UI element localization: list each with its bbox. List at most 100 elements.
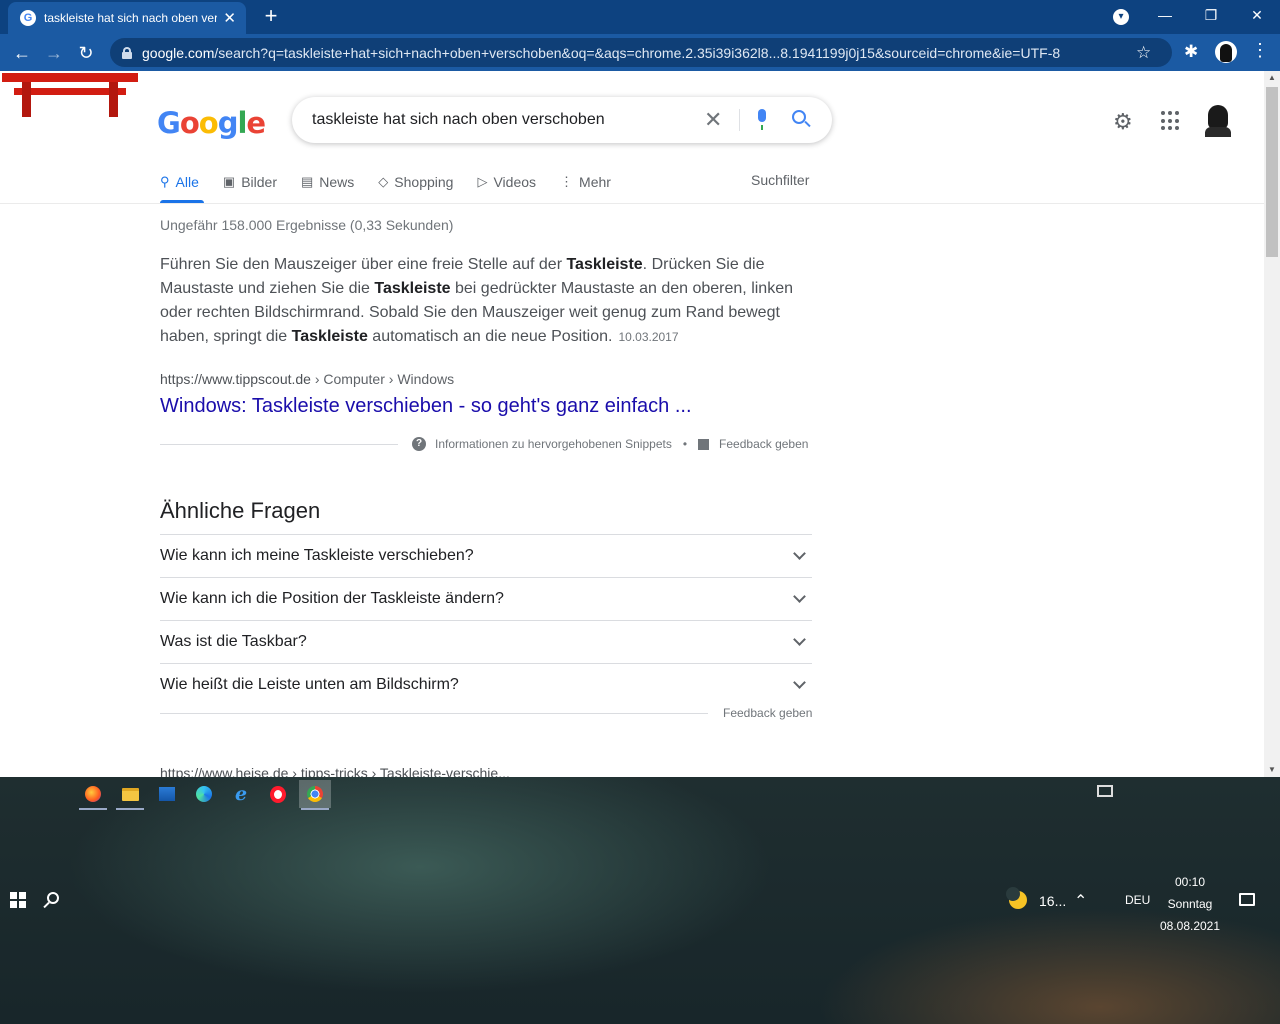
minimize-button[interactable]: — <box>1150 4 1180 28</box>
new-tab-button[interactable]: + <box>258 4 284 30</box>
chevron-down-icon <box>793 676 806 689</box>
photos-icon <box>159 787 175 801</box>
taskbar-file-explorer[interactable] <box>114 780 146 810</box>
news-icon: ▤ <box>300 174 314 189</box>
clear-search-icon[interactable]: ✕ <box>704 107 722 133</box>
search-box: ✕ <box>292 97 832 143</box>
people-also-ask-title: Ähnliche Fragen <box>160 498 321 523</box>
windows-start-icon[interactable] <box>10 892 26 908</box>
profile-avatar[interactable] <box>1215 41 1237 63</box>
taskbar-photos[interactable] <box>151 780 183 808</box>
clock-day: Sonntag <box>1167 897 1213 911</box>
notification-center-icon[interactable] <box>1239 893 1255 906</box>
more-vert-icon: ⋮ <box>560 174 574 189</box>
tab-strip: G taskleiste hat sich nach oben verschob… <box>0 0 1280 34</box>
featured-snippet-text: Führen Sie den Mauszeiger über eine frei… <box>160 256 793 345</box>
scroll-up-arrow-icon[interactable]: ▲ <box>1264 71 1280 85</box>
tab-videos[interactable]: ▷ Videos <box>477 174 536 190</box>
dot-separator: • <box>682 437 688 451</box>
snippet-info-link[interactable]: Informationen zu hervorgehobenen Snippet… <box>435 437 672 451</box>
url-text[interactable]: google.com/search?q=taskleiste+hat+sich+… <box>142 45 1132 61</box>
tab-close-icon[interactable]: ✕ <box>223 9 236 27</box>
paa-question[interactable]: Wie kann ich meine Taskleiste verschiebe… <box>160 534 812 577</box>
chevron-down-icon <box>793 547 806 560</box>
taskbar-opera[interactable] <box>262 780 294 808</box>
search-input[interactable] <box>312 111 702 129</box>
opera-icon <box>270 785 286 803</box>
gear-icon[interactable]: ⚙ <box>1113 109 1133 135</box>
edge-icon <box>196 786 212 802</box>
lock-icon[interactable] <box>122 46 132 59</box>
reload-icon[interactable]: ↻ <box>73 40 99 66</box>
tab-shopping[interactable]: ◇ Shopping <box>378 174 453 190</box>
firefox-icon <box>85 786 101 802</box>
taskbar-internet-explorer[interactable]: e <box>225 780 257 808</box>
tray-chevron-up-icon[interactable]: ⌃ <box>1074 891 1087 911</box>
google-favicon-icon: G <box>20 10 36 26</box>
google-doodle-logo[interactable]: Google <box>157 106 266 140</box>
paa-feedback-link[interactable]: Feedback geben <box>723 706 812 720</box>
paa-question[interactable]: Was ist die Taskbar? <box>160 620 812 663</box>
address-bar[interactable]: google.com/search?q=taskleiste+hat+sich+… <box>110 38 1172 67</box>
search-icon: ⚲ <box>160 174 170 189</box>
restore-button[interactable]: ❐ <box>1196 4 1226 28</box>
taskbar-search-icon[interactable] <box>47 892 59 904</box>
internet-explorer-icon: e <box>234 783 248 805</box>
next-result-cite[interactable]: https://www.heise.de › tipps-tricks › Ta… <box>160 765 510 777</box>
clock-date: 08.08.2021 <box>1159 919 1221 933</box>
paa-question[interactable]: Wie kann ich die Position der Taskleiste… <box>160 577 812 620</box>
bookmark-star-icon[interactable]: ☆ <box>1136 43 1151 63</box>
tab-more[interactable]: ⋮ Mehr <box>560 174 611 190</box>
input-language[interactable]: DEU <box>1125 893 1150 907</box>
weather-moon-icon[interactable] <box>1006 887 1027 909</box>
tab-all[interactable]: ⚲ Alle <box>160 174 199 190</box>
image-icon: ▣ <box>222 174 236 189</box>
tab-news[interactable]: ▤ News <box>301 174 354 190</box>
snippet-date: 10.03.2017 <box>618 330 679 344</box>
system-clock[interactable]: 00:10 Sonntag 08.08.2021 <box>1158 871 1222 937</box>
weather-temperature[interactable]: 16... <box>1039 893 1066 909</box>
chrome-menu-icon[interactable]: ⋮ <box>1250 40 1270 61</box>
close-window-button[interactable]: ✕ <box>1242 4 1272 28</box>
taskbar-chrome[interactable] <box>299 780 331 810</box>
extensions-puzzle-icon[interactable]: ✱ <box>1184 42 1198 62</box>
forward-arrow-icon[interactable]: → <box>41 40 67 66</box>
google-apps-grid-icon[interactable] <box>1161 111 1181 131</box>
result-title-link[interactable]: Windows: Taskleiste verschieben - so geh… <box>160 395 692 418</box>
torii-gate-doodle-graphic <box>2 73 138 117</box>
search-tools-button[interactable]: Suchfilter <box>751 172 809 188</box>
result-cite[interactable]: https://www.tippscout.de › Computer › Wi… <box>160 371 454 387</box>
clock-time: 00:10 <box>1174 875 1206 889</box>
result-stats: Ungefähr 158.000 Ergebnisse (0,33 Sekund… <box>160 217 454 233</box>
divider <box>160 713 708 714</box>
tab-title: taskleiste hat sich nach oben verschoben… <box>44 11 218 25</box>
paa-question[interactable]: Wie heißt die Leiste unten am Bildschirm… <box>160 663 812 706</box>
desktop-taskbar <box>0 777 1280 1024</box>
google-results-page: Google ✕ ⚙ ⚲Alle ▣Bilder ▤News ◇Shopping… <box>0 71 1264 777</box>
people-also-ask-list: Wie kann ich meine Taskleiste verschiebe… <box>160 534 812 706</box>
scroll-down-arrow-icon[interactable]: ▼ <box>1264 763 1280 777</box>
page-scrollbar[interactable]: ▲ ▼ <box>1264 71 1280 777</box>
taskbar-firefox[interactable] <box>77 780 109 810</box>
browser-tab[interactable]: G taskleiste hat sich nach oben verschob… <box>8 2 246 34</box>
divider <box>160 444 398 445</box>
chrome-icon <box>307 786 323 802</box>
search-icon[interactable] <box>792 110 806 124</box>
browser-toolbar: ← → ↻ google.com/search?q=taskleiste+hat… <box>0 34 1280 71</box>
tag-icon: ◇ <box>378 174 389 189</box>
account-avatar[interactable] <box>1205 105 1231 137</box>
help-icon[interactable]: ? <box>412 437 426 451</box>
tab-search-icon[interactable]: ▾ <box>1113 9 1129 25</box>
feedback-flag-icon[interactable] <box>698 438 710 450</box>
back-arrow-icon[interactable]: ← <box>9 40 35 66</box>
chevron-down-icon <box>793 590 806 603</box>
taskbar-edge[interactable] <box>188 780 220 808</box>
search-tabs: ⚲ Alle ▣ Bilder ▤ News ◇ Shopping ▷ Videos ⋮ M… <box>160 171 635 193</box>
folder-icon <box>121 787 139 801</box>
microphone-icon[interactable] <box>757 109 767 131</box>
feedback-link[interactable]: Feedback geben <box>719 437 808 451</box>
tab-images[interactable]: ▣ Bilder <box>223 174 277 190</box>
scrollbar-thumb[interactable] <box>1266 87 1278 257</box>
show-desktop-icon[interactable] <box>1097 785 1113 797</box>
chevron-down-icon <box>793 633 806 646</box>
